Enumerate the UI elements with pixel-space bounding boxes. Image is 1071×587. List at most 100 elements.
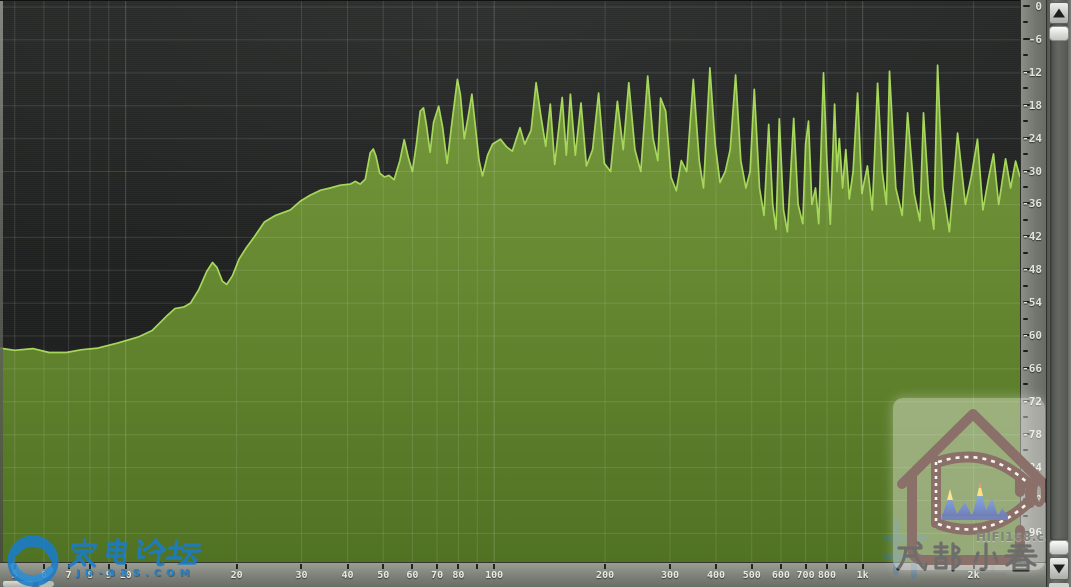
- freq-tick-label: 1k: [857, 570, 869, 581]
- db-tick: [1023, 54, 1028, 56]
- freq-tick: [476, 564, 478, 569]
- freq-tick: [89, 564, 91, 569]
- spectrum-analyzer-window: 0 -6 -12 -18 -24 -30 -36 -42 -48 -54 -60 -66 -72 -78 -…: [0, 0, 1071, 587]
- freq-tick: [826, 564, 828, 569]
- vertical-scrollbar: [1046, 0, 1071, 587]
- db-axis-ruler: 0 -6 -12 -18 -24 -30 -36 -42 -48 -54 -60 -66 -72 -78 -…: [1020, 0, 1046, 562]
- db-tick: [1023, 21, 1028, 23]
- db-tick: [1023, 515, 1028, 517]
- db-tick-label: 0: [1035, 1, 1042, 12]
- db-tick: [1023, 383, 1028, 385]
- db-tick-label: -66: [1022, 363, 1042, 374]
- triangle-down-icon: [1053, 564, 1065, 573]
- db-tick: [1023, 5, 1030, 7]
- db-tick-label: -42: [1022, 231, 1042, 242]
- db-tick-label: -96: [1022, 527, 1042, 538]
- db-tick: [1023, 186, 1028, 188]
- db-tick-label: -78: [1022, 429, 1042, 440]
- freq-tick-label: 6: [41, 570, 47, 581]
- freq-tick-label: 8: [87, 570, 93, 581]
- freq-tick: [43, 564, 45, 569]
- freq-tick: [108, 564, 110, 569]
- db-tick: [1023, 482, 1028, 484]
- scrollbar-thumb-bottom[interactable]: [1049, 540, 1069, 555]
- freq-tick: [493, 564, 495, 569]
- freq-tick-label: 2k: [968, 570, 980, 581]
- db-tick-label: -84: [1022, 462, 1042, 473]
- freq-tick: [14, 564, 16, 569]
- db-tick-label: -12: [1022, 67, 1042, 78]
- db-tick: [1023, 449, 1028, 451]
- freq-tick-label: 10: [120, 570, 132, 581]
- freq-tick: [715, 564, 717, 569]
- freq-tick: [780, 564, 782, 569]
- freq-tick-label: 500: [743, 570, 761, 581]
- freq-tick-label: 80: [452, 570, 464, 581]
- freq-tick-label: 100: [485, 570, 503, 581]
- db-tick: [1023, 548, 1028, 550]
- freq-tick-label: 40: [341, 570, 353, 581]
- db-tick-label: -6: [1029, 34, 1042, 45]
- freq-tick-label: 5: [12, 570, 18, 581]
- db-tick: [1023, 219, 1028, 221]
- scroll-up-button[interactable]: [1049, 2, 1069, 24]
- freq-tick: [236, 564, 238, 569]
- db-tick: [1023, 120, 1028, 122]
- freq-tick: [382, 564, 384, 569]
- db-tick: [1023, 350, 1028, 352]
- scrollbar-track[interactable]: [1050, 24, 1068, 540]
- db-tick-label: -30: [1022, 166, 1042, 177]
- cutoff-widget-left[interactable]: [3, 581, 33, 587]
- freq-tick: [436, 564, 438, 569]
- spectrum-plot[interactable]: [0, 0, 1020, 562]
- freq-tick-label: 60: [406, 570, 418, 581]
- db-tick: [1023, 153, 1028, 155]
- freq-tick-label: 700: [797, 570, 815, 581]
- cutoff-scroll-widget[interactable]: [1049, 583, 1069, 587]
- freq-tick: [751, 564, 753, 569]
- db-tick-label: -48: [1022, 264, 1042, 275]
- db-tick: [1023, 87, 1028, 89]
- freq-tick: [973, 564, 975, 569]
- freq-tick-label: 30: [295, 570, 307, 581]
- db-tick: [1023, 416, 1028, 418]
- freq-tick: [347, 564, 349, 569]
- freq-tick: [411, 564, 413, 569]
- freq-tick: [457, 564, 459, 569]
- freq-tick: [604, 564, 606, 569]
- db-tick-label: -24: [1022, 133, 1042, 144]
- freq-tick: [862, 564, 864, 569]
- freq-tick-label: 800: [818, 570, 836, 581]
- db-tick-label: -60: [1022, 330, 1042, 341]
- db-tick: [1023, 252, 1028, 254]
- db-tick: [1023, 318, 1028, 320]
- plot-left-bevel: [0, 1, 3, 563]
- db-tick: [1023, 285, 1028, 287]
- freq-tick-label: 300: [661, 570, 679, 581]
- freq-tick: [300, 564, 302, 569]
- freq-tick: [68, 564, 70, 569]
- freq-tick-label: 9: [106, 570, 112, 581]
- spectrum-fill: [0, 65, 1020, 563]
- db-tick-label: -54: [1022, 297, 1042, 308]
- freq-tick: [845, 564, 847, 569]
- freq-tick: [669, 564, 671, 569]
- scrollbar-thumb-top[interactable]: [1049, 26, 1069, 41]
- freq-tick-label: 20: [231, 570, 243, 581]
- scroll-down-button[interactable]: [1049, 557, 1069, 580]
- freq-tick-label: 600: [772, 570, 790, 581]
- cutoff-widget-right[interactable]: [38, 581, 54, 587]
- triangle-up-icon: [1053, 9, 1065, 18]
- db-tick-label: -36: [1022, 198, 1042, 209]
- freq-tick: [125, 564, 127, 569]
- freq-tick-label: 70: [431, 570, 443, 581]
- spectrum-canvas: [0, 1, 1020, 563]
- freq-tick-label: 400: [707, 570, 725, 581]
- db-tick-label: -90: [1022, 494, 1042, 505]
- freq-tick-label: 7: [66, 570, 72, 581]
- freq-tick-label: 200: [596, 570, 614, 581]
- db-tick-label: -72: [1022, 396, 1042, 407]
- db-tick-label: -18: [1022, 100, 1042, 111]
- freq-tick-label: 50: [377, 570, 389, 581]
- frequency-axis-ruler: 5 6 7 8 9 10 20 30 40 50 60 70 80 100 200 300 400 500 600 7…: [0, 562, 1046, 587]
